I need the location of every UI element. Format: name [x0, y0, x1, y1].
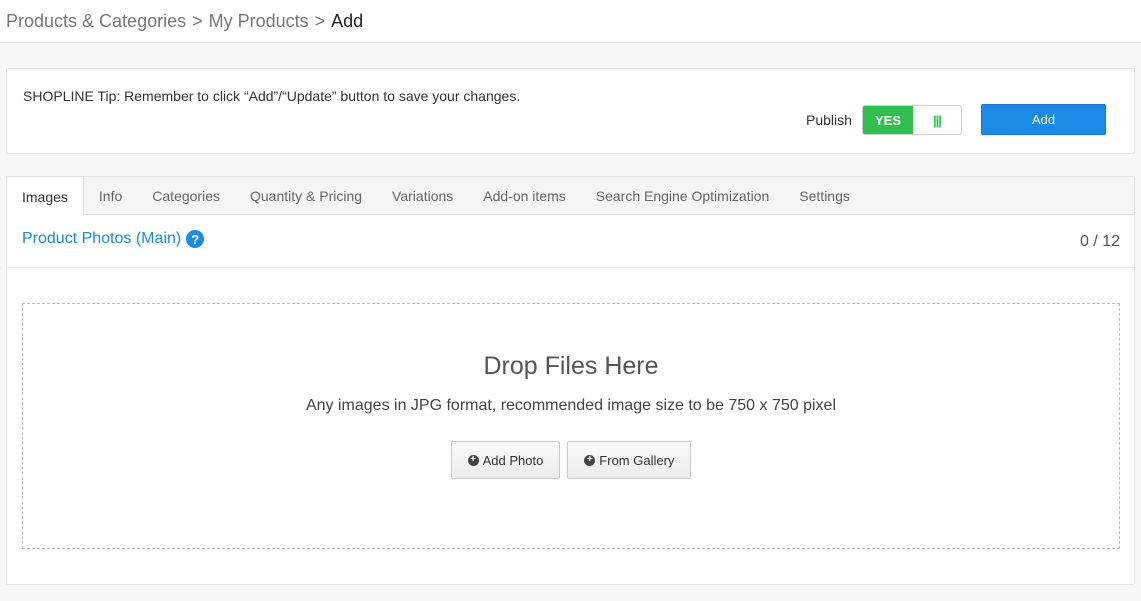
breadcrumb-item-current: Add — [331, 10, 364, 31]
tab-images[interactable]: Images — [7, 177, 84, 216]
section-title-text: Product Photos (Main) — [22, 230, 182, 247]
photo-count: 0 / 12 — [1079, 233, 1120, 250]
plus-circle-icon: + — [467, 454, 479, 466]
tip-text: SHOPLINE Tip: Remember to click “Add”/“U… — [23, 88, 521, 104]
breadcrumb: Products & Categories > My Products > Ad… — [0, 0, 1141, 43]
breadcrumb-separator: > — [314, 10, 326, 31]
tab-settings[interactable]: Settings — [784, 177, 865, 215]
section-title: Product Photos (Main) ? — [22, 230, 205, 248]
question-circle-icon[interactable]: ? — [186, 230, 205, 248]
from-gallery-button[interactable]: + From Gallery — [567, 441, 692, 479]
tab-variations[interactable]: Variations — [377, 177, 468, 215]
add-photo-label: Add Photo — [482, 452, 544, 468]
tab-quantity-pricing[interactable]: Quantity & Pricing — [235, 177, 377, 215]
breadcrumb-separator: > — [192, 10, 203, 31]
toggle-yes-label: YES — [863, 106, 913, 134]
add-button[interactable]: Add — [981, 104, 1106, 135]
tab-add-on-items[interactable]: Add-on items — [468, 177, 580, 215]
add-photo-button[interactable]: + Add Photo — [450, 441, 561, 479]
publish-toggle[interactable]: YES ||| — [862, 105, 962, 135]
dropzone-title: Drop Files Here — [483, 352, 659, 380]
tab-info[interactable]: Info — [84, 177, 137, 215]
dropzone-buttons: + Add Photo + From Gallery — [23, 441, 1119, 479]
tab-categories[interactable]: Categories — [137, 177, 235, 215]
breadcrumb-item-my-products[interactable]: My Products — [209, 11, 309, 32]
toggle-handle[interactable]: ||| — [913, 106, 961, 134]
tab-seo[interactable]: Search Engine Optimization — [581, 177, 785, 215]
tab-bar: Images Info Categories Quantity & Pricin… — [7, 177, 1134, 216]
tip-panel: SHOPLINE Tip: Remember to click “Add”/“U… — [6, 68, 1135, 154]
publish-label: Publish — [806, 112, 852, 128]
photo-dropzone[interactable]: Drop Files Here Any images in JPG format… — [22, 303, 1120, 549]
section-header: Product Photos (Main) ? 0 / 12 — [7, 215, 1134, 268]
main-panel: Images Info Categories Quantity & Pricin… — [6, 176, 1135, 585]
from-gallery-label: From Gallery — [599, 452, 675, 468]
breadcrumb-item-products-categories[interactable]: Products & Categories — [6, 11, 186, 32]
dropzone-description: Any images in JPG format, recommended im… — [305, 397, 837, 414]
plus-circle-icon: + — [584, 454, 596, 466]
